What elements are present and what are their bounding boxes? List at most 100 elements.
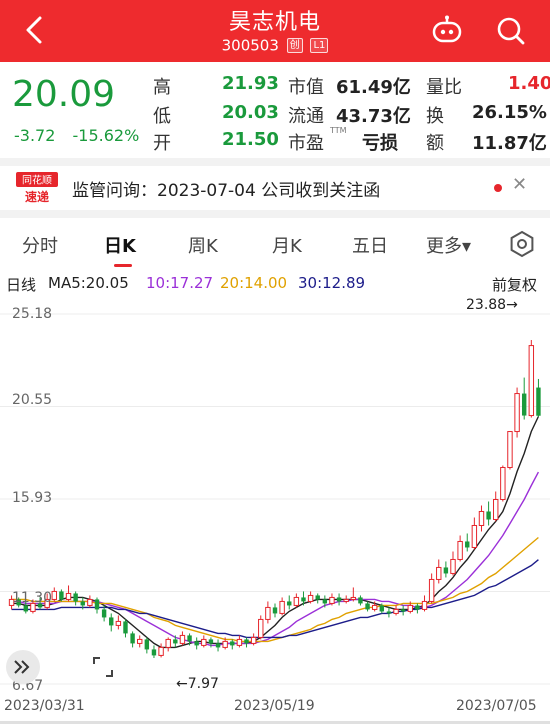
candle-down [187, 635, 192, 642]
x-tick-label: 2023/03/31 [4, 698, 85, 714]
candle-up [457, 540, 463, 560]
candle-down [59, 591, 64, 600]
candle-up [500, 467, 506, 500]
chinext-badge: 创 [286, 38, 303, 53]
candle-down [322, 599, 328, 604]
candle-down [123, 621, 128, 634]
search-icon[interactable] [494, 14, 528, 48]
y-tick-label: 11.30 [12, 590, 53, 606]
candle-up [137, 638, 143, 644]
candle-down [144, 639, 150, 650]
low-label: 低 [153, 106, 171, 127]
tab-monthly-k[interactable]: 月K [272, 232, 302, 258]
candle-up [407, 604, 413, 612]
tab-weekly-k[interactable]: 周K [188, 232, 218, 258]
stock-code: 300503 [221, 36, 279, 55]
candle-down [194, 641, 199, 646]
candle-up [393, 608, 399, 614]
x-tick-label: 2023/07/05 [456, 698, 537, 714]
low-value: 20.03 [222, 102, 279, 123]
tab-five-day[interactable]: 五日 [352, 232, 388, 258]
candle-up [250, 636, 257, 644]
candle-up [115, 620, 122, 626]
tab-intraday[interactable]: 分时 [22, 232, 58, 258]
candle-down [365, 603, 370, 610]
active-tab-indicator [114, 264, 132, 267]
pe-value: 亏损 [362, 133, 398, 154]
candle-down [23, 605, 29, 612]
candle-up [493, 498, 499, 520]
current-price: 20.09 [12, 74, 116, 115]
settings-icon[interactable] [508, 230, 536, 258]
candle-up [421, 600, 428, 610]
ths-express-logo: 同花顺 速递 [16, 172, 58, 204]
min-price-annotation: ←7.97 [176, 676, 219, 692]
candle-up [428, 578, 435, 602]
candle-down [386, 611, 392, 614]
candle-up [329, 596, 335, 604]
volratio-label: 量比 [426, 77, 462, 98]
candle-down [244, 639, 249, 644]
candle-down [151, 649, 157, 656]
high-value: 21.93 [222, 73, 279, 94]
x-tick-label: 2023/05/19 [234, 698, 315, 714]
period-label: 日线 [6, 276, 37, 294]
ma20-legend: 20:14.00 [220, 274, 288, 292]
candle-up [343, 598, 349, 602]
adjust-mode[interactable]: 前复权 [492, 274, 537, 295]
fullscreen-icon[interactable] [92, 656, 114, 678]
high-label: 高 [153, 77, 171, 98]
candle-down [521, 393, 527, 416]
candle-down [173, 639, 178, 644]
logo-top-text: 同花顺 [22, 174, 52, 187]
candle-up [514, 393, 520, 433]
candle-down [315, 595, 320, 600]
candle-down [109, 617, 114, 626]
candle-down [400, 609, 406, 612]
candle-down [443, 567, 449, 574]
amount-value: 11.87亿 [472, 133, 547, 154]
candle-down [94, 599, 100, 610]
quote-panel: 20.09 -3.72 -15.62% 高 21.93 低 20.03 开 21… [0, 62, 550, 158]
turnover-label: 换 [426, 106, 444, 127]
candle-up [87, 598, 93, 606]
tab-more[interactable]: 更多▾ [426, 232, 471, 258]
price-change: -3.72 -15.62% [14, 126, 151, 145]
candle-up [507, 431, 513, 469]
ma30-legend: 30:12.89 [298, 274, 366, 292]
candle-down [215, 643, 221, 648]
candle-up [222, 640, 228, 648]
unread-dot [494, 184, 502, 192]
y-tick-label: 20.55 [12, 392, 53, 408]
ma-legend: 日线 MA5:20.05 10:17.27 20:14.00 30:12.89 … [0, 272, 550, 296]
candle-down [379, 605, 385, 612]
robot-assistant-icon[interactable] [430, 14, 464, 48]
candle-up [279, 600, 285, 614]
notice-text[interactable]: 监管问询：2023-07-04 公司收到关注函 [72, 176, 380, 201]
tab-daily-k[interactable]: 日K [104, 232, 136, 258]
candle-up [201, 638, 207, 646]
mktcap-value: 61.49亿 [336, 77, 411, 98]
notice-bar[interactable]: 同花顺 速递 监管问询：2023-07-04 公司收到关注函 ✕ [0, 166, 550, 210]
logo-bottom-text: 速递 [25, 189, 49, 204]
candle-up [51, 590, 57, 600]
candle-up [436, 566, 442, 580]
candle-down [272, 607, 278, 614]
pe-ttm-tag: TTM [330, 126, 347, 135]
candle-up [258, 618, 264, 638]
candle-down [101, 609, 107, 618]
candle-down [336, 597, 342, 602]
close-icon[interactable]: ✕ [512, 174, 527, 195]
change-percent: -15.62% [72, 126, 140, 145]
candle-down [130, 633, 135, 644]
turnover-value: 26.15% [472, 102, 547, 123]
candle-down [465, 541, 470, 548]
open-label: 开 [153, 133, 171, 154]
candle-down [73, 593, 78, 602]
candle-down [358, 597, 363, 604]
candle-down [486, 511, 491, 520]
candle-up [471, 524, 478, 548]
expand-fab-icon[interactable] [6, 650, 40, 684]
candle-up [450, 558, 456, 574]
candlestick-chart[interactable] [0, 296, 550, 692]
